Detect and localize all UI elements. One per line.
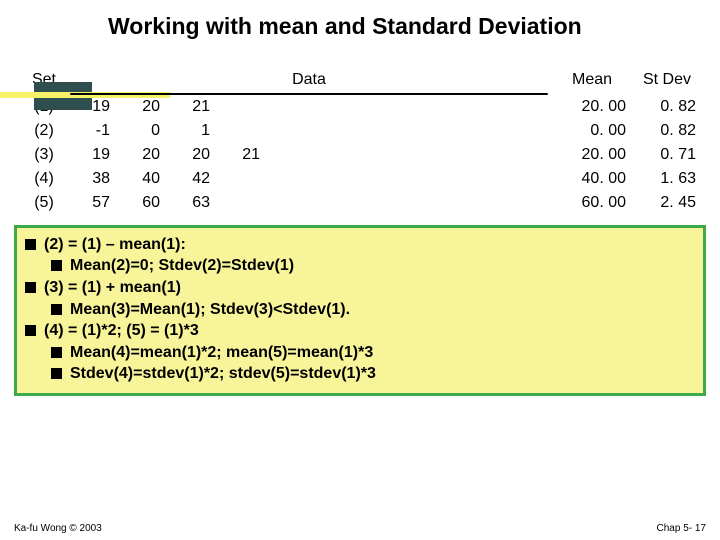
header-mean: Mean	[552, 71, 632, 95]
cell-data: 60	[116, 191, 166, 215]
cell-data: 20	[116, 143, 166, 167]
bullet-level2: Mean(2)=0; Stdev(2)=Stdev(1)	[51, 255, 695, 277]
title-block: Working with mean and Standard Deviation	[0, 0, 720, 41]
bullet-icon	[25, 239, 36, 250]
cell-data: 63	[166, 191, 216, 215]
footer-right: Chap 5- 17	[657, 523, 706, 534]
cell-mean: 60. 00	[552, 191, 632, 215]
header-stdev: St Dev	[632, 71, 702, 95]
cell-set: (4)	[22, 167, 66, 191]
bullet-level1: (4) = (1)*2; (5) = (1)*3	[25, 320, 695, 342]
cell-data: 1	[166, 119, 216, 143]
cell-data: 19	[66, 143, 116, 167]
cell-data: 42	[166, 167, 216, 191]
cell-set: (3)	[22, 143, 66, 167]
bullet-icon	[51, 304, 62, 315]
bullet-icon	[51, 368, 62, 379]
cell-sd: 0. 82	[632, 95, 702, 119]
cell-data: 21	[166, 95, 216, 119]
bullet-icon	[25, 325, 36, 336]
table-row: (5) 57 60 63 60. 00 2. 45	[22, 191, 702, 215]
notes-box: (2) = (1) – mean(1): Mean(2)=0; Stdev(2)…	[14, 225, 706, 396]
header-data-label: Data	[292, 71, 326, 88]
cell-data	[216, 191, 266, 215]
bullet-level2: Mean(4)=mean(1)*2; mean(5)=mean(1)*3	[51, 342, 695, 364]
cell-mean: 0. 00	[552, 119, 632, 143]
table-row: (3) 19 20 20 21 20. 00 0. 71	[22, 143, 702, 167]
cell-data: 21	[216, 143, 266, 167]
cell-mean: 20. 00	[552, 95, 632, 119]
cell-sd: 0. 71	[632, 143, 702, 167]
cell-data: 20	[166, 143, 216, 167]
cell-data: 40	[116, 167, 166, 191]
cell-data: 57	[66, 191, 116, 215]
bullet-icon	[25, 282, 36, 293]
cell-mean: 20. 00	[552, 143, 632, 167]
bullet-level1: (3) = (1) + mean(1)	[25, 277, 695, 299]
note-text: Mean(4)=mean(1)*2; mean(5)=mean(1)*3	[70, 342, 373, 364]
cell-sd: 0. 82	[632, 119, 702, 143]
cell-data: 38	[66, 167, 116, 191]
bullet-level2: Stdev(4)=stdev(1)*2; stdev(5)=stdev(1)*3	[51, 363, 695, 385]
bullet-level2: Mean(3)=Mean(1); Stdev(3)<Stdev(1).	[51, 299, 695, 321]
cell-set: (2)	[22, 119, 66, 143]
note-text: (2) = (1) – mean(1):	[44, 234, 186, 256]
bullet-icon	[51, 347, 62, 358]
footer: Ka-fu Wong © 2003 Chap 5- 17	[0, 523, 720, 534]
note-text: Stdev(4)=stdev(1)*2; stdev(5)=stdev(1)*3	[70, 363, 376, 385]
cell-set: (5)	[22, 191, 66, 215]
data-table-wrap: Set Data Mean St Dev (1) 19 20 21 20. 00…	[22, 71, 702, 215]
note-text: (3) = (1) + mean(1)	[44, 277, 181, 299]
header-data: Data	[66, 71, 552, 95]
bullet-level1: (2) = (1) – mean(1):	[25, 234, 695, 256]
cell-data: -1	[66, 119, 116, 143]
cell-data: 0	[116, 119, 166, 143]
note-text: (4) = (1)*2; (5) = (1)*3	[44, 320, 199, 342]
note-text: Mean(3)=Mean(1); Stdev(3)<Stdev(1).	[70, 299, 350, 321]
cell-data	[216, 119, 266, 143]
note-text: Mean(2)=0; Stdev(2)=Stdev(1)	[70, 255, 294, 277]
cell-sd: 2. 45	[632, 191, 702, 215]
table-row: (2) -1 0 1 0. 00 0. 82	[22, 119, 702, 143]
cell-sd: 1. 63	[632, 167, 702, 191]
bullet-icon	[51, 260, 62, 271]
cell-data	[216, 95, 266, 119]
slide-title: Working with mean and Standard Deviation	[108, 12, 720, 41]
data-table: Set Data Mean St Dev (1) 19 20 21 20. 00…	[22, 71, 702, 215]
table-row: (4) 38 40 42 40. 00 1. 63	[22, 167, 702, 191]
cell-mean: 40. 00	[552, 167, 632, 191]
footer-left: Ka-fu Wong © 2003	[14, 523, 102, 534]
cell-data	[216, 167, 266, 191]
